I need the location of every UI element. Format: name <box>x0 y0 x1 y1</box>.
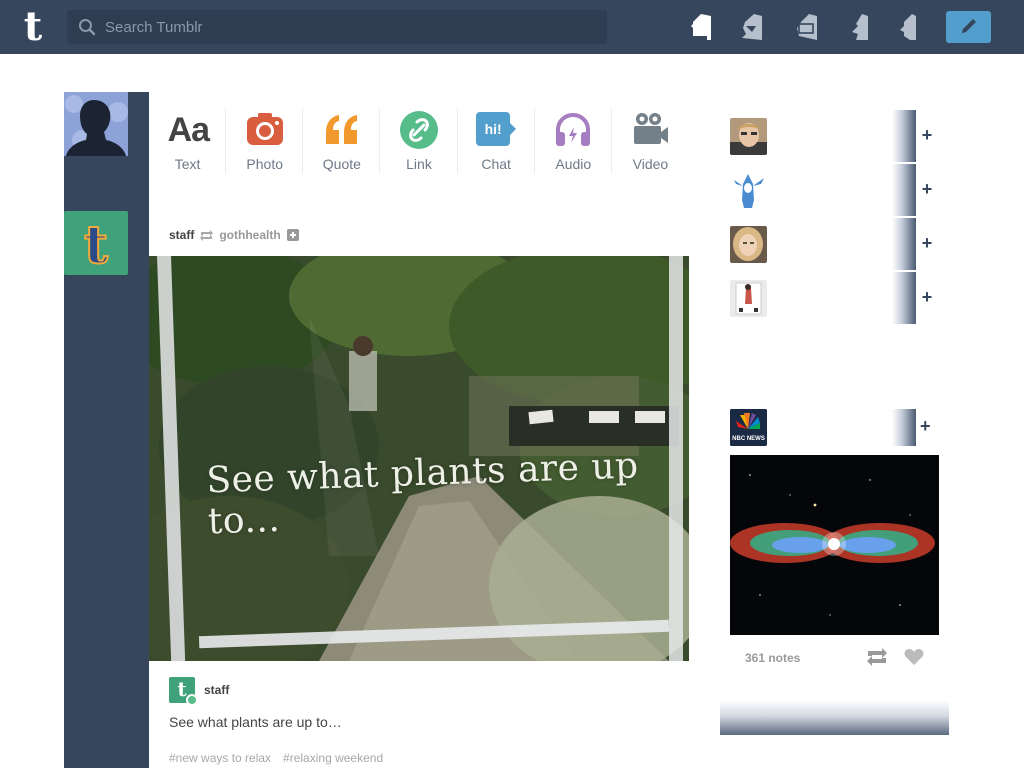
post-body-text: See what plants are up to… <box>169 714 342 730</box>
avatar-man-selfie[interactable] <box>730 118 767 155</box>
dashboard-post: staff gothhealth See what plants are up … <box>149 211 689 768</box>
follow-plus-icon[interactable]: + <box>920 126 934 144</box>
follow-plus-icon[interactable] <box>286 229 299 241</box>
recommended-blog[interactable]: + <box>730 218 932 272</box>
recommended-blog[interactable]: + <box>730 110 932 164</box>
reblog-source-link[interactable]: gothhealth <box>219 228 280 242</box>
dashboard-rail <box>64 92 149 768</box>
post-type-link[interactable]: Link <box>380 92 458 190</box>
post-type-label: Chat <box>481 156 511 172</box>
pencil-icon <box>962 19 976 33</box>
post-type-audio[interactable]: Audio <box>535 92 612 190</box>
tumblr-t-icon: t <box>83 214 109 277</box>
photo-overlay-caption: See what plants are up to... <box>205 445 640 543</box>
radar-photo[interactable] <box>730 455 939 635</box>
search-box[interactable] <box>67 10 607 44</box>
follow-plus-icon[interactable]: + <box>920 180 934 198</box>
blog-name-fade <box>892 164 916 216</box>
radar-post-footer: 361 notes <box>730 645 939 671</box>
butterfly-nebula-image <box>730 455 939 635</box>
reblog-trail: t staff <box>169 677 229 706</box>
text-icon: Aa <box>167 111 210 149</box>
post-type-label: Video <box>632 156 669 172</box>
account-icon[interactable] <box>896 12 920 42</box>
post-type-label: Photo <box>246 156 283 172</box>
heart-icon[interactable] <box>904 648 924 666</box>
tumblr-logo[interactable]: t <box>18 7 48 47</box>
avatar-playing-card[interactable] <box>730 280 767 317</box>
tag-link[interactable]: #relaxing weekend <box>283 751 383 765</box>
video-camera-icon <box>634 113 669 144</box>
avatar-blonde-woman[interactable] <box>730 226 767 263</box>
post-type-photo[interactable]: Photo <box>226 92 304 190</box>
recommended-blog[interactable]: + <box>730 164 932 218</box>
follow-plus-icon[interactable]: + <box>920 288 934 306</box>
link-icon <box>399 111 438 149</box>
post-type-text[interactable]: Aa Text <box>149 92 227 190</box>
post-type-label: Link <box>406 156 432 172</box>
staff-avatar[interactable]: t <box>64 211 128 277</box>
user-avatar[interactable] <box>64 92 128 156</box>
top-bar: t <box>0 0 1024 54</box>
blog-name-fade <box>892 218 916 270</box>
follow-plus-icon[interactable]: + <box>920 234 934 252</box>
search-icon <box>79 19 96 36</box>
post-tags: #new ways to relax #relaxing weekend <box>169 751 383 765</box>
sidebar-bottom-fade <box>720 700 949 735</box>
compose-button[interactable] <box>946 11 991 43</box>
camera-icon <box>246 113 283 145</box>
notes-count[interactable]: 361 notes <box>745 651 800 665</box>
tag-link[interactable]: #new ways to relax <box>169 751 271 765</box>
explore-icon[interactable] <box>740 12 764 42</box>
svg-text:t: t <box>84 215 108 275</box>
quote-icon <box>325 115 357 144</box>
chat-icon: hi! <box>476 110 517 150</box>
follow-plus-icon[interactable]: + <box>920 417 931 435</box>
reblog-author-link[interactable]: staff <box>204 683 229 697</box>
blog-name-fade <box>892 110 916 162</box>
nbc-news-logo[interactable]: NBC NEWS <box>730 409 767 446</box>
blog-name-fade <box>892 272 916 324</box>
reblog-icon[interactable] <box>866 648 888 666</box>
post-type-video[interactable]: Video <box>612 92 689 190</box>
post-type-quote[interactable]: Quote <box>303 92 381 190</box>
avatar-shark-costume[interactable] <box>730 172 767 209</box>
inbox-icon[interactable] <box>795 12 819 42</box>
peacock-icon: NBC NEWS <box>730 409 767 446</box>
post-author-link[interactable]: staff <box>169 228 194 242</box>
post-type-label: Text <box>174 156 201 172</box>
reblog-badge-icon <box>186 694 198 706</box>
silhouette-icon <box>64 92 128 156</box>
post-header: staff gothhealth <box>169 227 299 243</box>
search-input[interactable] <box>105 10 595 44</box>
nbc-news-text: NBC NEWS <box>732 436 765 442</box>
headphones-icon <box>556 112 591 146</box>
post-photo[interactable]: See what plants are up to... <box>149 256 689 661</box>
dashboard-icon[interactable] <box>689 12 713 42</box>
activity-icon[interactable] <box>848 12 872 42</box>
reblog-icon <box>200 229 214 241</box>
recommended-blog[interactable]: + <box>730 272 932 326</box>
post-type-label: Quote <box>322 156 361 172</box>
post-type-label: Audio <box>555 156 592 172</box>
staff-mini-avatar[interactable]: t <box>169 677 198 706</box>
post-type-chat[interactable]: hi! Chat <box>458 92 535 190</box>
blog-name-fade <box>892 409 916 446</box>
post-type-bar: Aa Text Photo Quote Link hi! Chat Audio … <box>149 92 689 190</box>
